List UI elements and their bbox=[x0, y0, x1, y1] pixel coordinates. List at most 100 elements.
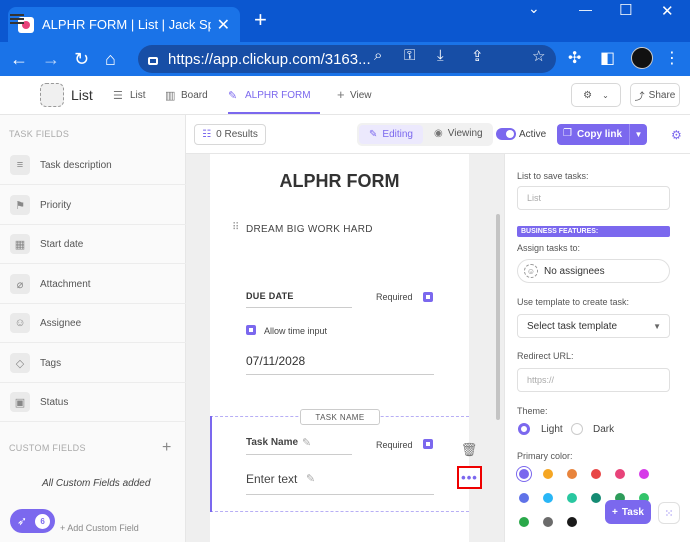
minimize-icon[interactable]: ⌄ bbox=[528, 0, 540, 17]
theme-dark-radio[interactable] bbox=[571, 423, 583, 435]
color-swatch[interactable] bbox=[615, 469, 625, 479]
automation-button[interactable]: ⚙ ⌄ bbox=[571, 83, 621, 107]
color-swatch[interactable] bbox=[567, 517, 577, 527]
due-date-required-checkbox[interactable] bbox=[423, 292, 433, 302]
list-select-input[interactable]: List bbox=[517, 186, 670, 210]
delete-field-trash-icon[interactable]: 🗑 bbox=[459, 440, 479, 460]
color-swatch[interactable] bbox=[543, 493, 553, 503]
theme-dark-label: Dark bbox=[593, 424, 615, 435]
color-swatch[interactable] bbox=[519, 469, 529, 479]
edit-pencil-icon[interactable]: ✎ bbox=[302, 436, 311, 449]
field-start-date[interactable]: ▦ Start date bbox=[0, 225, 186, 264]
browser-tab[interactable]: ALPHR FORM | List | Jack Sparrow ✕ bbox=[8, 7, 240, 42]
forward-arrow-icon[interactable]: → bbox=[42, 48, 60, 70]
task-name-label[interactable]: Task Name bbox=[246, 437, 298, 448]
task-name-field-block[interactable] bbox=[210, 416, 469, 512]
search-icon[interactable]: ⌕ bbox=[374, 47, 382, 64]
maximize-icon[interactable]: ☐ bbox=[619, 1, 632, 19]
hamburger-menu-icon[interactable] bbox=[10, 14, 24, 24]
field-assignee[interactable]: ☺ Assignee bbox=[0, 304, 186, 343]
url-omnibox[interactable]: https://app.clickup.com/3163... bbox=[138, 45, 556, 73]
color-swatch[interactable] bbox=[591, 469, 601, 479]
due-date-value[interactable]: 07/11/2028 bbox=[246, 354, 305, 368]
color-swatch[interactable] bbox=[543, 517, 553, 527]
window-close-icon[interactable]: ✕ bbox=[661, 2, 674, 20]
field-status[interactable]: ▣ Status bbox=[0, 383, 186, 422]
list-view-icon: ☰ bbox=[113, 90, 123, 102]
template-value: Select task template bbox=[527, 320, 618, 332]
key-icon[interactable]: ⚿ bbox=[404, 47, 415, 64]
add-custom-field-link[interactable]: + Add Custom Field bbox=[60, 523, 139, 533]
more-options-dots-icon[interactable]: ••• bbox=[457, 466, 482, 489]
task-name-required-checkbox[interactable] bbox=[423, 439, 433, 449]
new-tab-button[interactable]: + bbox=[254, 8, 267, 32]
view-tab-board[interactable]: Board bbox=[181, 90, 208, 101]
custom-fields-title: CUSTOM FIELDS bbox=[9, 443, 86, 453]
color-swatch[interactable] bbox=[591, 493, 601, 503]
allow-time-checkbox[interactable] bbox=[246, 325, 256, 335]
results-label: 0 Results bbox=[216, 129, 258, 140]
due-date-label[interactable]: DUE DATE bbox=[246, 291, 294, 301]
install-icon[interactable]: ⤓ bbox=[437, 47, 444, 64]
restore-icon[interactable]: — bbox=[579, 2, 592, 17]
drag-handle-icon[interactable]: ⠿ bbox=[232, 222, 239, 233]
viewing-mode-button[interactable]: ◉ Viewing bbox=[434, 128, 483, 139]
theme-light-radio[interactable] bbox=[518, 423, 530, 435]
notifications-rocket-button[interactable]: ➶ 6 bbox=[10, 509, 55, 533]
share-page-icon[interactable]: ⇪ bbox=[471, 47, 484, 65]
settings-gear-icon[interactable]: ⚙ bbox=[671, 128, 682, 142]
add-view-button[interactable]: View bbox=[350, 90, 372, 101]
text-icon: ≡ bbox=[10, 155, 30, 175]
business-features-badge: BUSINESS FEATURES: bbox=[517, 226, 670, 237]
copy-link-dropdown-icon[interactable]: ▼ bbox=[629, 124, 647, 145]
field-priority[interactable]: ⚑ Priority bbox=[0, 186, 186, 225]
field-task-description[interactable]: ≡ Task description bbox=[0, 146, 186, 185]
active-toggle-switch[interactable] bbox=[496, 128, 516, 140]
color-swatch[interactable] bbox=[519, 517, 529, 527]
form-description[interactable]: DREAM BIG WORK HARD bbox=[246, 224, 373, 235]
form-settings-panel bbox=[504, 154, 690, 542]
task-name-input[interactable]: Enter text bbox=[246, 472, 297, 486]
user-icon: ☺ bbox=[10, 313, 30, 333]
field-attachment[interactable]: ⌀ Attachment bbox=[0, 265, 186, 304]
browser-menu-icon[interactable]: ⋮ bbox=[664, 48, 680, 68]
color-swatch[interactable] bbox=[519, 493, 529, 503]
color-swatch[interactable] bbox=[639, 469, 649, 479]
copy-link-button[interactable]: ❐ Copy link ▼ bbox=[557, 124, 647, 145]
field-label: Assignee bbox=[40, 317, 82, 329]
back-arrow-icon[interactable]: ← bbox=[10, 48, 28, 70]
view-tab-alphr-form[interactable]: ALPHR FORM bbox=[245, 90, 311, 101]
extensions-puzzle-icon[interactable]: ✣ bbox=[568, 48, 581, 68]
assignees-select[interactable]: ☺ No assignees bbox=[517, 259, 670, 283]
profile-avatar[interactable] bbox=[631, 47, 653, 69]
home-icon[interactable]: ⌂ bbox=[105, 48, 116, 70]
url-text: https://app.clickup.com/3163... bbox=[168, 50, 371, 68]
results-button[interactable]: ☷ 0 Results bbox=[194, 124, 266, 145]
bookmark-star-icon[interactable]: ☆ bbox=[532, 47, 545, 65]
apps-grid-icon[interactable]: ⁙ bbox=[658, 502, 680, 524]
color-swatch[interactable] bbox=[567, 493, 577, 503]
form-title[interactable]: ALPHR FORM bbox=[210, 171, 469, 192]
add-custom-field-plus-icon[interactable]: + bbox=[162, 439, 171, 457]
eye-icon: ◉ bbox=[434, 128, 443, 139]
add-task-button[interactable]: + Task bbox=[605, 500, 651, 524]
field-tags[interactable]: ◇ Tags bbox=[0, 344, 186, 383]
color-swatch[interactable] bbox=[567, 469, 577, 479]
share-button[interactable]: ⤴ Share bbox=[630, 83, 680, 107]
redirect-url-input[interactable]: https:// bbox=[517, 368, 670, 392]
task-fields-title: TASK FIELDS bbox=[9, 129, 70, 139]
field-label: Start date bbox=[40, 238, 84, 250]
tab-close-icon[interactable]: ✕ bbox=[217, 15, 230, 35]
editing-mode-button[interactable]: ✎ Editing bbox=[359, 125, 423, 144]
side-panel-icon[interactable]: ◧ bbox=[600, 48, 615, 68]
reload-icon[interactable]: ↻ bbox=[74, 48, 89, 70]
copy-icon: ❐ bbox=[563, 128, 572, 139]
canvas-scrollbar[interactable] bbox=[496, 214, 500, 420]
task-template-select[interactable]: Select task template ▼ bbox=[517, 314, 670, 338]
edit-placeholder-pencil-icon[interactable]: ✎ bbox=[306, 472, 315, 485]
list-status-icon[interactable] bbox=[40, 83, 64, 107]
color-swatch[interactable] bbox=[543, 469, 553, 479]
view-tab-list[interactable]: List bbox=[130, 90, 146, 101]
list-title[interactable]: List bbox=[71, 87, 93, 103]
plus-icon: + bbox=[612, 506, 618, 518]
